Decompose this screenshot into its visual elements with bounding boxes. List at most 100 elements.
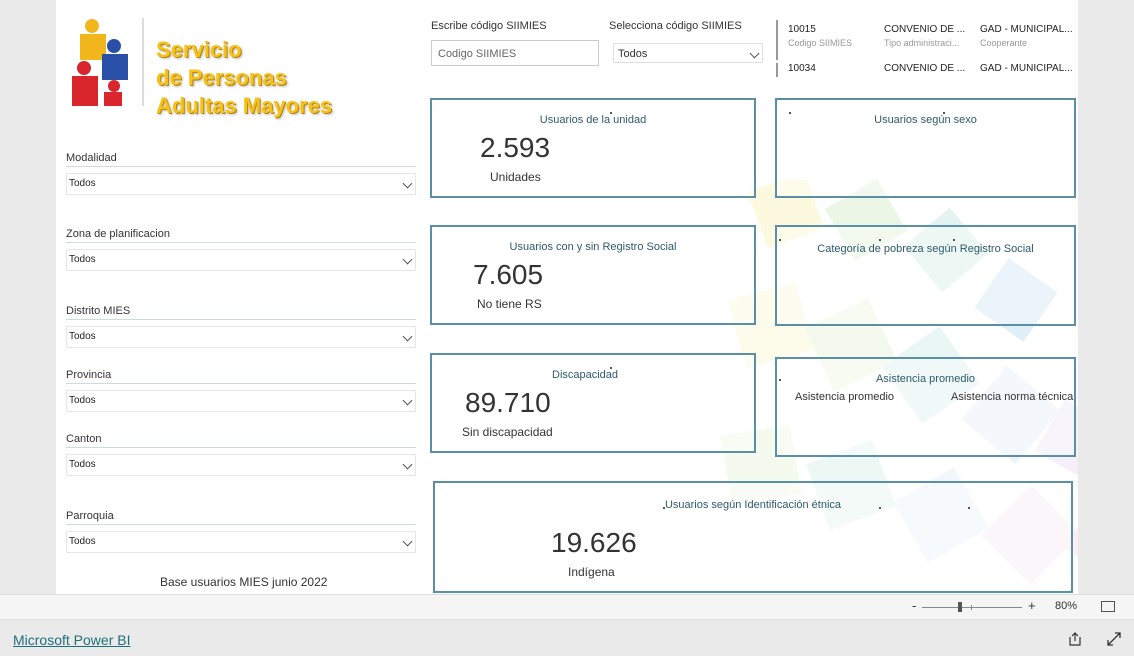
slicer-label: Zona de planificacion	[66, 228, 416, 243]
table-row[interactable]: 10015 Codigo SIIMIES CONVENIO DE ... Tip…	[776, 20, 1078, 60]
logo-line-2: de Personas	[156, 65, 287, 90]
card-value: 89.710	[465, 387, 551, 418]
logo-separator	[142, 18, 144, 106]
zoom-out-button[interactable]: -	[912, 598, 916, 613]
asistencia-col-1: Asistencia promedio	[795, 391, 895, 403]
power-bi-link[interactable]: Microsoft Power BI	[13, 632, 130, 648]
dot-marker	[879, 507, 881, 509]
logo-line-3: Adultas Mayores	[156, 93, 333, 118]
siimies-select[interactable]: Todos	[613, 43, 763, 63]
coop-cell: GAD - MUNICIPAL...	[980, 24, 1073, 35]
dot-marker	[779, 239, 781, 241]
table-row[interactable]: 10034 CONVENIO DE ... GAD - MUNICIPAL...	[776, 63, 1078, 77]
dot-marker	[610, 367, 612, 369]
card-caption: Unidades	[490, 170, 541, 184]
card-pobreza[interactable]: Categoría de pobreza según Registro Soci…	[775, 225, 1076, 326]
slicer-distrito: Distrito MIES Todos	[66, 305, 416, 348]
slicer-dropdown-modalidad[interactable]: Todos	[66, 173, 416, 195]
code-header: Codigo SIIMIES	[788, 38, 853, 48]
card-discapacidad[interactable]: Discapacidad 89.710 Sin discapacidad	[430, 353, 756, 453]
dot-marker	[663, 507, 665, 509]
slicer-label: Canton	[66, 433, 416, 448]
zoom-slider-thumb[interactable]	[958, 602, 962, 612]
coop-cell: GAD - MUNICIPAL...	[980, 63, 1073, 74]
slicer-label: Distrito MIES	[66, 305, 416, 320]
slicer-provincia: Provincia Todos	[66, 369, 416, 412]
dot-marker	[968, 507, 970, 509]
tipo-header: Tipo administraci...	[884, 38, 960, 48]
dot-marker	[610, 112, 612, 114]
dot-marker	[789, 112, 791, 114]
card-title: Usuarios según Identificación étnica	[664, 499, 842, 511]
zoom-slider-track[interactable]	[922, 607, 1022, 608]
dot-marker	[779, 379, 781, 381]
slicer-value: Todos	[69, 331, 96, 342]
card-registro-social[interactable]: Usuarios con y sin Registro Social 7.605…	[430, 225, 756, 325]
slicer-modalidad: Modalidad Todos	[66, 152, 416, 195]
slicer-value: Todos	[69, 459, 96, 470]
chevron-down-icon	[749, 48, 760, 59]
card-title: Usuarios con y sin Registro Social	[509, 241, 677, 253]
asistencia-col-2: Asistencia norma técnica	[951, 391, 1074, 403]
tipo-cell: CONVENIO DE ...	[884, 63, 966, 74]
card-usuarios-unidad[interactable]: Usuarios de la unidad 2.593 Unidades	[430, 98, 756, 198]
card-value: 7.605	[473, 259, 544, 290]
slicer-dropdown-parroquia[interactable]: Todos	[66, 531, 416, 553]
chevron-down-icon	[402, 254, 413, 265]
logo: Servicio de Personas Adultas Mayores	[70, 16, 340, 118]
slicer-label: Parroquia	[66, 510, 416, 525]
chevron-down-icon	[402, 536, 413, 547]
logo-line-1: Servicio	[156, 37, 242, 62]
card-caption: No tiene RS	[477, 297, 542, 311]
card-etnica[interactable]: Usuarios según Identificación étnica 19.…	[433, 481, 1073, 593]
base-note: Base usuarios MIES junio 2022	[160, 575, 328, 589]
zoom-in-button[interactable]: +	[1028, 598, 1036, 613]
select-code-label: Selecciona código SIIMIES	[609, 20, 742, 32]
slicer-value: Todos	[69, 254, 96, 265]
slicer-value: Todos	[69, 395, 96, 406]
dot-marker	[879, 239, 881, 241]
slicer-label: Modalidad	[66, 152, 416, 167]
dot-marker	[943, 112, 945, 114]
logo-text: Servicio de Personas Adultas Mayores	[156, 36, 332, 120]
fullscreen-icon[interactable]	[1106, 631, 1122, 647]
card-title: Usuarios según sexo	[874, 114, 977, 126]
code-cell: 10034	[788, 63, 816, 74]
slicer-dropdown-zona[interactable]: Todos	[66, 249, 416, 271]
slicer-zona: Zona de planificacion Todos	[66, 228, 416, 271]
report-canvas: Servicio de Personas Adultas Mayores Esc…	[56, 0, 1078, 594]
dot-marker	[953, 239, 955, 241]
zoom-slider-tick	[971, 605, 972, 610]
tipo-cell: CONVENIO DE ...	[884, 24, 966, 35]
siimies-select-value: Todos	[618, 48, 648, 60]
chevron-down-icon	[402, 395, 413, 406]
card-title: Categoría de pobreza según Registro Soci…	[817, 243, 1034, 255]
slicer-label: Provincia	[66, 369, 416, 384]
units-table: 10015 Codigo SIIMIES CONVENIO DE ... Tip…	[776, 20, 1078, 80]
share-icon[interactable]	[1067, 631, 1083, 647]
chevron-down-icon	[402, 459, 413, 470]
zoom-percent: 80%	[1055, 600, 1078, 612]
fit-to-page-icon[interactable]	[1101, 601, 1115, 612]
card-asistencia[interactable]: Asistencia promedio Asistencia promedio …	[775, 357, 1076, 457]
code-cell: 10015	[788, 24, 816, 35]
card-value: 19.626	[551, 527, 637, 558]
card-sexo[interactable]: Usuarios según sexo	[775, 98, 1076, 198]
slicer-parroquia: Parroquia Todos	[66, 510, 416, 553]
coop-header: Cooperante	[980, 38, 1028, 48]
card-caption: Sin discapacidad	[462, 425, 553, 439]
card-title: Asistencia promedio	[875, 373, 976, 385]
search-label: Escribe código SIIMIES	[431, 20, 547, 32]
slicer-dropdown-distrito[interactable]: Todos	[66, 326, 416, 348]
slicer-value: Todos	[69, 178, 96, 189]
siimies-search-input[interactable]: Codigo SIIMIES	[431, 40, 599, 66]
slicer-value: Todos	[69, 536, 96, 547]
slicer-canton: Canton Todos	[66, 433, 416, 476]
puzzle-people-icon	[72, 19, 128, 106]
card-title: Usuarios de la unidad	[539, 114, 647, 126]
slicer-dropdown-provincia[interactable]: Todos	[66, 390, 416, 412]
card-value: 2.593	[480, 132, 551, 163]
chevron-down-icon	[402, 178, 413, 189]
bottom-bar: Microsoft Power BI	[0, 619, 1134, 656]
slicer-dropdown-canton[interactable]: Todos	[66, 454, 416, 476]
